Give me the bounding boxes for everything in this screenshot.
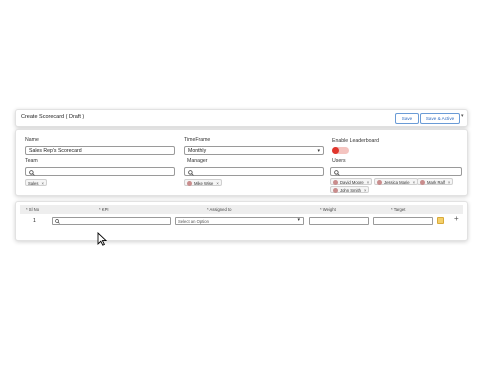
name-label: Name <box>25 137 39 143</box>
users-search-input[interactable] <box>330 167 462 176</box>
table-header: * Sl No * KPI * Assigned to * Weight * T… <box>20 205 463 214</box>
manager-search-input[interactable] <box>184 167 324 176</box>
header-kpi: * KPI <box>99 207 109 212</box>
assigned-to-select[interactable]: Select an Option ▾ <box>175 217 304 225</box>
chip-label: Sales <box>28 181 39 186</box>
page-title: Create Scorecard ( Draft ) <box>21 114 85 120</box>
save-button[interactable]: Save <box>395 113 419 124</box>
avatar <box>333 180 338 185</box>
chip-label: Jessica Marie <box>384 180 410 185</box>
header-sl-no: * Sl No <box>26 207 40 212</box>
avatar <box>420 180 425 185</box>
header-assigned-to: * Assigned to <box>207 207 232 212</box>
manager-chip: Mike Wise × <box>184 179 222 186</box>
search-icon <box>55 219 60 224</box>
chevron-down-icon: ▾ <box>297 217 300 223</box>
chip-label: David Moore <box>340 180 364 185</box>
scorecard-header: Create Scorecard ( Draft ) Save Save & A… <box>15 109 468 127</box>
plus-icon[interactable]: + <box>454 214 459 223</box>
user-chip: John Smith × <box>330 186 370 193</box>
close-icon[interactable]: × <box>41 181 43 186</box>
weight-input[interactable] <box>309 217 369 225</box>
timeframe-value: Monthly <box>188 148 207 154</box>
close-icon[interactable]: × <box>364 188 366 193</box>
chevron-down-icon[interactable]: ▾ <box>461 113 464 119</box>
timeframe-label: TimeFrame <box>184 137 211 143</box>
user-chip: David Moore × <box>330 178 373 185</box>
manager-label: Manager <box>187 158 208 164</box>
user-chip: Jessica Marie × <box>374 178 419 185</box>
kpi-table: * Sl No * KPI * Assigned to * Weight * T… <box>15 201 468 241</box>
leaderboard-toggle[interactable] <box>332 147 349 154</box>
avatar <box>333 188 338 193</box>
chip-label: Mike Wise <box>194 181 214 186</box>
chip-label: John Smith <box>340 188 361 193</box>
header-target: * Target <box>391 207 406 212</box>
avatar <box>377 180 382 185</box>
close-icon[interactable]: × <box>448 180 450 185</box>
save-and-activate-button[interactable]: Save & Active <box>420 113 460 124</box>
edit-icon[interactable] <box>437 217 444 224</box>
search-icon <box>188 169 194 176</box>
team-chip: Sales × <box>25 179 47 186</box>
team-search-input[interactable] <box>25 167 175 176</box>
search-icon <box>334 169 340 176</box>
avatar <box>187 181 192 186</box>
row-sl-no: 1 <box>33 218 36 224</box>
cursor-icon <box>97 232 107 246</box>
close-icon[interactable]: × <box>367 180 369 185</box>
header-weight: * Weight <box>320 207 336 212</box>
name-field[interactable]: Sales Rep's Scorecard <box>25 146 175 155</box>
users-label: Users <box>332 158 346 164</box>
timeframe-select[interactable]: Monthly ▾ <box>184 146 324 155</box>
chip-label: Mark Ralf <box>427 180 445 185</box>
search-icon <box>29 169 35 176</box>
team-label: Team <box>25 158 38 164</box>
chevron-down-icon: ▾ <box>317 148 320 154</box>
leaderboard-label: Enable Leaderboard <box>332 138 380 144</box>
close-icon[interactable]: × <box>413 180 415 185</box>
scorecard-form: Name Sales Rep's Scorecard TimeFrame Mon… <box>15 129 468 196</box>
kpi-search-input[interactable] <box>52 217 171 225</box>
user-chip: Mark Ralf × <box>417 178 454 185</box>
close-icon[interactable]: × <box>216 181 218 186</box>
target-input[interactable] <box>373 217 433 225</box>
toggle-knob <box>332 147 339 154</box>
assigned-to-placeholder: Select an Option <box>178 219 209 224</box>
